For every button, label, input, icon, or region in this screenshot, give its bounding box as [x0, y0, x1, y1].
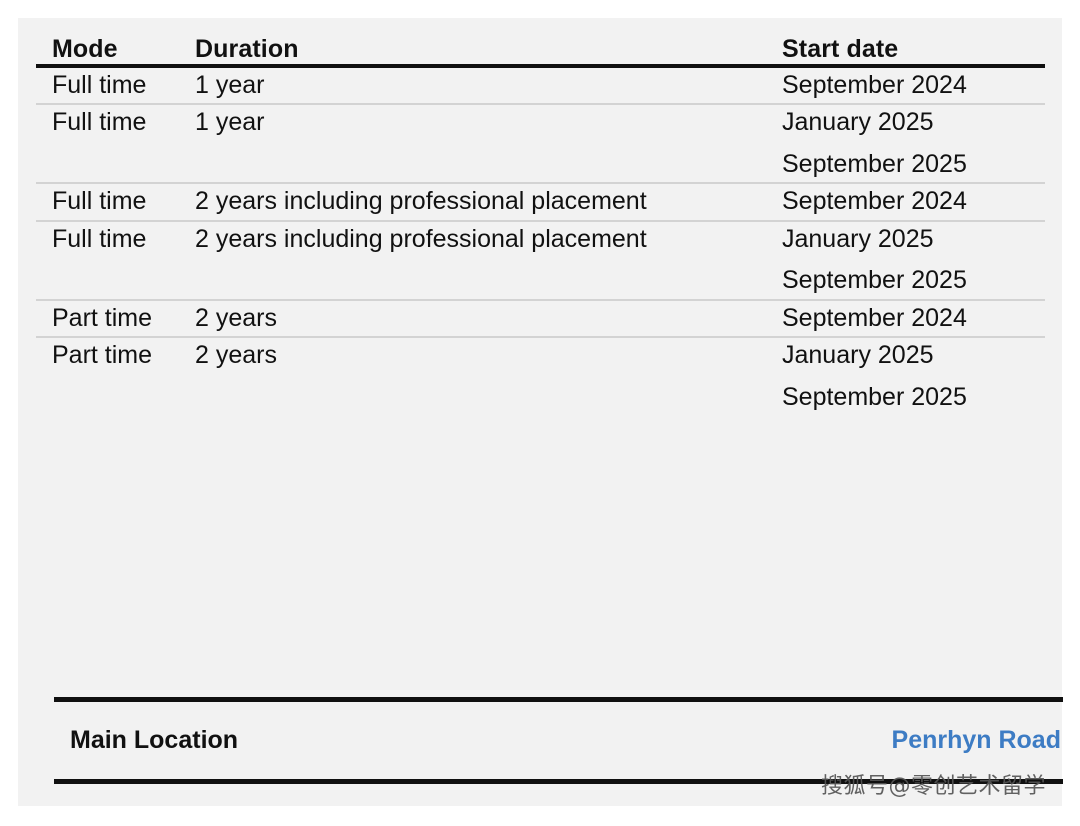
- content-panel: Mode Duration Start date Full time 1 yea…: [18, 18, 1063, 806]
- start-date-line: January 2025: [782, 341, 934, 369]
- start-date-line: January 2025: [782, 108, 934, 136]
- cell-mode: Full time: [36, 104, 195, 184]
- table-row: Part time 2 years September 2024: [36, 299, 1045, 338]
- table-row: Full time 2 years including professional…: [36, 220, 1045, 301]
- cell-duration: 1 year: [195, 104, 782, 184]
- cell-start-date: January 2025 September 2025: [782, 220, 1045, 301]
- cell-duration: 2 years including professional placement: [195, 183, 782, 222]
- table-row: Full time 1 year January 2025 September …: [36, 104, 1045, 184]
- cell-mode: Part time: [52, 341, 153, 369]
- table-row: Part time 2 years January 2025 September…: [36, 337, 1045, 449]
- start-date-line: January 2025: [782, 224, 934, 253]
- start-date-line: September 2024: [782, 70, 967, 99]
- cell-duration: 2 years: [195, 341, 277, 369]
- main-location-label: Main Location: [70, 726, 239, 754]
- start-date-line: September 2024: [782, 303, 967, 332]
- column-header-duration: Duration: [195, 35, 782, 68]
- table-header: Mode Duration Start date: [36, 35, 1045, 68]
- cell-mode: Part time: [36, 299, 195, 338]
- start-date-line: September 2025: [782, 149, 967, 178]
- table-row: Full time 2 years including professional…: [36, 183, 1045, 222]
- start-date-line: September 2024: [782, 187, 967, 215]
- cell-mode: Full time: [36, 220, 195, 301]
- cell-start-date: January 2025 September 2025: [782, 104, 1045, 184]
- column-header-start-date: Start date: [782, 35, 1045, 68]
- cell-start-date: January 2025 September 2025: [782, 337, 1045, 449]
- cell-start-date: September 2024: [782, 183, 1045, 222]
- cell-mode: Full time: [36, 183, 195, 222]
- cell-duration: 2 years including professional placement: [195, 220, 782, 301]
- watermark-text: 搜狐号@零创艺术留学: [820, 774, 1046, 799]
- cell-start-date: September 2024: [782, 299, 1045, 338]
- table-header-row: Mode Duration Start date: [36, 35, 1045, 68]
- start-date-line: September 2025: [782, 266, 967, 294]
- table-body: Full time 1 year September 2024 Full tim…: [36, 65, 1045, 450]
- cell-mode: Full time: [36, 65, 195, 105]
- cell-duration: 2 years: [195, 299, 782, 338]
- cell-start-date: September 2024: [782, 65, 1045, 105]
- main-location-link[interactable]: Penrhyn Road: [892, 726, 1063, 755]
- table-row: Full time 1 year September 2024: [36, 65, 1045, 105]
- course-details-table: Mode Duration Start date Full time 1 yea…: [36, 35, 1045, 450]
- column-header-mode: Mode: [36, 35, 195, 68]
- cell-duration: 1 year: [195, 65, 782, 105]
- start-date-line: September 2025: [782, 382, 967, 411]
